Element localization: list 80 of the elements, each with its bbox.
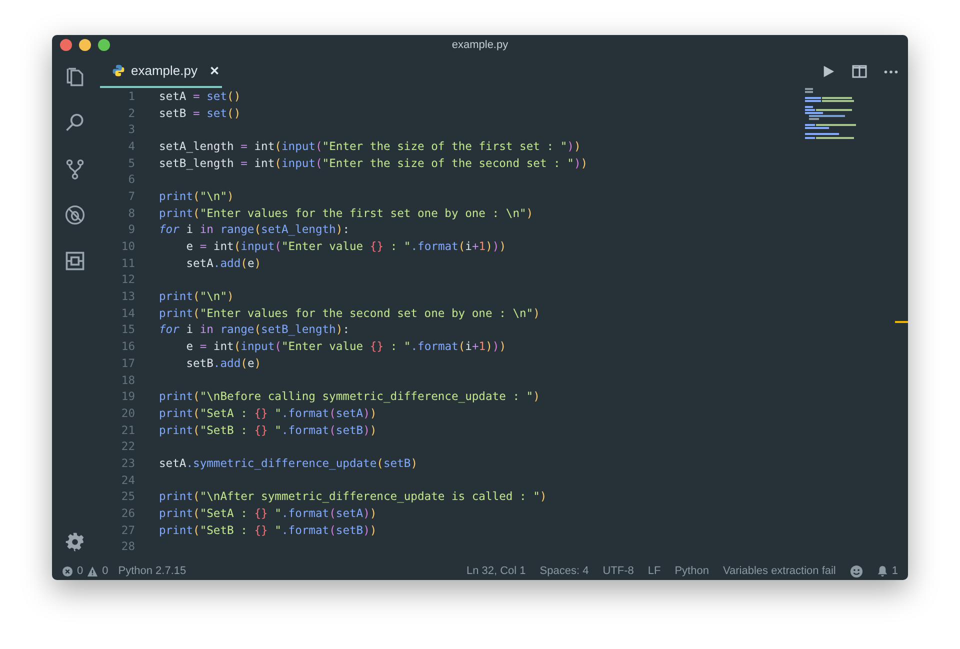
status-item[interactable]: Variables extraction fail: [722, 565, 836, 577]
status-item[interactable]: UTF-8: [602, 565, 634, 577]
code-line: print("SetB : {} ".format(setB)): [159, 524, 377, 537]
more-actions-icon[interactable]: [884, 70, 898, 74]
line-number: 25: [120, 490, 135, 504]
code-line: for i in range(setB_length):: [159, 323, 350, 336]
code-line: setA.symmetric_difference_update(setB): [159, 456, 418, 470]
code-line: setA.add(e): [185, 256, 262, 270]
code-line: e = int(input("Enter value {} : ".format(i+1))): [185, 240, 506, 254]
line-number: 2: [127, 106, 135, 120]
run-icon[interactable]: [822, 65, 835, 78]
bell-icon[interactable]: [876, 565, 888, 577]
line-number: 8: [127, 206, 135, 220]
scrollbar-marker: [895, 321, 908, 323]
code-line: print("\n"): [159, 190, 234, 203]
settings-icon[interactable]: [65, 532, 85, 552]
code-line: setB.add(e): [185, 356, 262, 370]
line-number: 23: [120, 456, 135, 470]
line-number: 24: [120, 474, 135, 487]
code-line: print("\nAfter symmetric_difference_update is called : "): [159, 490, 547, 504]
line-number: 15: [120, 323, 135, 336]
window-title: example.py: [452, 39, 508, 51]
code-line: e = int(input("Enter value {} : ".format(i+1))): [185, 340, 506, 354]
code-line: print("\nBefore calling symmetric_difference_update : "): [159, 390, 540, 404]
smiley-icon[interactable]: [850, 564, 863, 578]
code-line: setA_length = int(input("Enter the size of the first set : ")): [159, 140, 581, 153]
extensions-icon[interactable]: [64, 250, 86, 272]
error-count[interactable]: 0: [77, 565, 84, 577]
status-item[interactable]: Spaces: 4: [540, 565, 589, 577]
search-icon[interactable]: [64, 112, 86, 134]
line-number: 17: [120, 356, 135, 370]
line-number: 9: [127, 223, 135, 236]
files-icon[interactable]: [64, 66, 86, 88]
close-window-button[interactable]: [60, 39, 72, 51]
close-tab-button[interactable]: ✕: [209, 64, 220, 78]
line-number: 5: [127, 156, 135, 170]
source-control-icon[interactable]: [64, 158, 86, 180]
line-number: 13: [120, 290, 135, 304]
line-number: 1: [127, 90, 135, 103]
line-number: 18: [120, 374, 135, 387]
line-number: 20: [120, 406, 135, 420]
code-line: print("Enter values for the second set one by one : \n"): [159, 306, 540, 320]
line-number: 4: [127, 140, 135, 153]
warning-icon[interactable]: [87, 566, 98, 576]
line-number: 3: [127, 123, 135, 136]
line-number: 16: [120, 340, 135, 354]
notification-count[interactable]: 1: [892, 565, 898, 577]
status-item[interactable]: Ln 32, Col 1: [466, 565, 526, 577]
code-line: print("SetA : {} ".format(setA)): [159, 507, 377, 520]
line-number: 22: [120, 440, 135, 454]
python-file-icon: [112, 64, 125, 77]
code-line: print("Enter values for the first set one by one : \n"): [159, 206, 534, 220]
warning-count[interactable]: 0: [102, 565, 108, 577]
line-number: 10: [120, 240, 135, 254]
line-number: 28: [120, 540, 135, 554]
python-interpreter[interactable]: Python 2.7.15: [118, 565, 186, 577]
line-number: 6: [127, 173, 135, 186]
code-line: setB = set(): [159, 106, 241, 120]
status-item[interactable]: LF: [648, 565, 661, 577]
line-number: 27: [120, 524, 135, 537]
debug-icon[interactable]: [64, 204, 86, 226]
line-number: 7: [127, 190, 135, 203]
code-line: print("SetA : {} ".format(setA)): [159, 406, 377, 420]
line-number: 19: [120, 390, 135, 404]
error-icon[interactable]: [62, 566, 73, 576]
line-number: 12: [120, 273, 135, 286]
split-editor-icon[interactable]: [852, 65, 867, 78]
line-number: 11: [120, 256, 135, 270]
minimize-window-button[interactable]: [79, 39, 91, 51]
code-line: for i in range(setA_length):: [159, 223, 350, 236]
code-line: print("SetB : {} ".format(setB)): [159, 424, 377, 437]
status-item[interactable]: Python: [674, 565, 709, 577]
line-number: 14: [120, 306, 135, 320]
line-number: 26: [120, 507, 135, 520]
line-number: 21: [120, 424, 135, 437]
code-line: setB_length = int(input("Enter the size of the second set : ")): [159, 156, 588, 170]
editor-tab[interactable]: example.py ✕: [100, 55, 222, 88]
code-line: setA = set(): [159, 90, 241, 103]
maximize-window-button[interactable]: [98, 39, 110, 51]
code-line: print("\n"): [159, 290, 234, 304]
